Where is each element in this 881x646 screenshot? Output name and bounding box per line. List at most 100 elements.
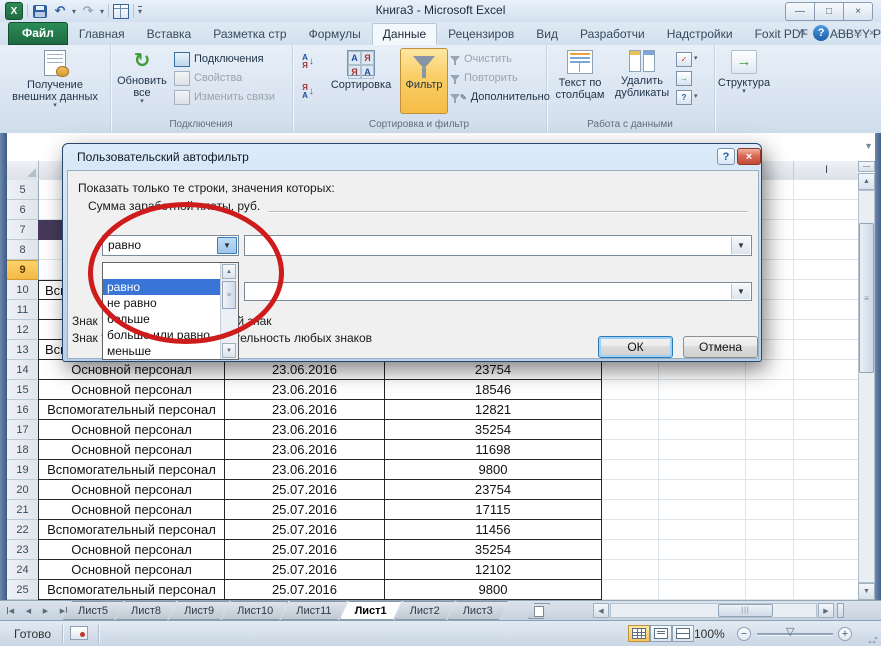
sort-button[interactable]: АЯЯА Сортировка	[324, 48, 398, 91]
row-header-21[interactable]: 21	[7, 500, 38, 520]
cell-amount-19[interactable]: 9800	[385, 460, 602, 480]
sheet-tab-4[interactable]: Лист10	[222, 601, 288, 620]
operator-dropdown-button[interactable]: ▼	[217, 237, 237, 254]
dialog-close-button[interactable]: ×	[737, 148, 761, 165]
first-sheet-button[interactable]: ◀	[4, 603, 19, 618]
row-header-7[interactable]: 7	[7, 220, 38, 240]
row-header-22[interactable]: 22	[7, 520, 38, 540]
cell-category-18[interactable]: Основной персонал	[38, 440, 225, 460]
dropdown-scroll-up[interactable]: ▲	[222, 264, 236, 279]
ribbon-tab-2[interactable]: Главная	[68, 23, 136, 45]
cell-date-17[interactable]: 23.06.2016	[225, 420, 385, 440]
hscroll-right-button[interactable]: ▶	[818, 603, 834, 618]
cancel-button[interactable]: Отмена	[683, 336, 758, 358]
cell-category-22[interactable]: Вспомогательный персонал	[38, 520, 225, 540]
dropdown-item-5[interactable]: меньше	[103, 343, 238, 359]
dropdown-scroll-down[interactable]: ▼	[222, 343, 236, 358]
row-header-17[interactable]: 17	[7, 420, 38, 440]
value1-dropdown-button[interactable]: ▼	[731, 237, 750, 254]
cell-category-15[interactable]: Основной персонал	[38, 380, 225, 400]
doc-restore-icon[interactable]: □	[855, 28, 861, 39]
ribbon-tab-7[interactable]: Рецензиров	[437, 23, 525, 45]
row-header-25[interactable]: 25	[7, 580, 38, 600]
cell-date-15[interactable]: 23.06.2016	[225, 380, 385, 400]
cell-category-25[interactable]: Вспомогательный персонал	[38, 580, 225, 600]
ribbon-tab-1[interactable]: Файл	[8, 22, 68, 45]
row-header-16[interactable]: 16	[7, 400, 38, 420]
zoom-slider-thumb[interactable]: ▽	[786, 625, 794, 638]
text-to-columns-button[interactable]: Текст по столбцам	[551, 48, 609, 101]
row-header-6[interactable]: 6	[7, 200, 38, 220]
cell-date-20[interactable]: 25.07.2016	[225, 480, 385, 500]
cell-date-24[interactable]: 25.07.2016	[225, 560, 385, 580]
split-handle[interactable]: —	[858, 161, 875, 172]
next-sheet-button[interactable]: ▶	[38, 603, 53, 618]
column-header-i[interactable]: I	[793, 161, 859, 179]
cell-category-23[interactable]: Основной персонал	[38, 540, 225, 560]
sheet-tab-3[interactable]: Лист9	[169, 601, 229, 620]
scroll-down-button[interactable]: ▼	[858, 583, 875, 600]
cell-category-24[interactable]: Основной персонал	[38, 560, 225, 580]
formula-bar-expand-icon[interactable]: ▼	[864, 141, 873, 151]
zoom-out-button[interactable]: −	[737, 627, 751, 641]
ok-button[interactable]: ОК	[598, 336, 673, 358]
row-header-11[interactable]: 11	[7, 300, 38, 320]
cell-amount-24[interactable]: 12102	[385, 560, 602, 580]
refresh-all-button[interactable]: ↻ Обновить все ▾	[114, 48, 170, 105]
value2-combobox[interactable]: ▼	[244, 282, 752, 301]
cell-amount-21[interactable]: 17115	[385, 500, 602, 520]
prev-sheet-button[interactable]: ◀	[21, 603, 36, 618]
cell-category-17[interactable]: Основной персонал	[38, 420, 225, 440]
zoom-in-button[interactable]: +	[838, 627, 852, 641]
collapse-ribbon-icon[interactable]: ^	[799, 28, 805, 39]
help-icon[interactable]: ?	[813, 25, 829, 41]
ribbon-tab-8[interactable]: Вид	[525, 23, 569, 45]
ribbon-tab-5[interactable]: Формулы	[298, 23, 372, 45]
sheet-tab-8[interactable]: Лист3	[448, 601, 508, 620]
row-header-19[interactable]: 19	[7, 460, 38, 480]
row-header-12[interactable]: 12	[7, 320, 38, 340]
sheet-tab-7[interactable]: Лист2	[395, 601, 455, 620]
row-header-14[interactable]: 14	[7, 360, 38, 380]
row-header-13[interactable]: 13	[7, 340, 38, 360]
macro-record-button[interactable]	[70, 626, 88, 640]
cell-category-14[interactable]: Основной персонал	[38, 360, 225, 380]
cell-date-14[interactable]: 23.06.2016	[225, 360, 385, 380]
restore-button[interactable]: □	[814, 2, 844, 21]
cell-amount-15[interactable]: 18546	[385, 380, 602, 400]
tab-split-handle[interactable]	[837, 603, 844, 618]
row-header-20[interactable]: 20	[7, 480, 38, 500]
cell-date-23[interactable]: 25.07.2016	[225, 540, 385, 560]
ribbon-tab-6[interactable]: Данные	[372, 23, 437, 45]
sheet-tab-1[interactable]: Лист5	[63, 601, 123, 620]
cell-amount-17[interactable]: 35254	[385, 420, 602, 440]
dialog-help-button[interactable]: ?	[717, 148, 735, 165]
hscroll-left-button[interactable]: ◀	[593, 603, 609, 618]
advanced-filter-button[interactable]: ✎ Дополнительно	[450, 88, 550, 106]
ribbon-tab-9[interactable]: Разработчи	[569, 23, 656, 45]
dropdown-item-2[interactable]: не равно	[103, 295, 238, 311]
page-break-view-button[interactable]	[672, 625, 694, 642]
insert-sheet-button[interactable]	[528, 603, 550, 619]
cell-amount-18[interactable]: 11698	[385, 440, 602, 460]
cell-date-22[interactable]: 25.07.2016	[225, 520, 385, 540]
dropdown-item-4[interactable]: больше или равно	[103, 327, 238, 343]
consolidate-button[interactable]: →	[676, 69, 708, 87]
cell-date-21[interactable]: 25.07.2016	[225, 500, 385, 520]
doc-minimize-icon[interactable]: —	[837, 28, 847, 39]
value1-combobox[interactable]: ▼	[244, 235, 752, 256]
filter-button[interactable]: Фильтр	[400, 48, 448, 114]
normal-view-button[interactable]	[628, 625, 650, 642]
what-if-analysis-button[interactable]: ? ▾	[676, 88, 708, 106]
dropdown-scroll-thumb[interactable]: ≡	[222, 281, 236, 309]
outline-button[interactable]: → Структура ▾	[718, 48, 770, 95]
cell-amount-20[interactable]: 23754	[385, 480, 602, 500]
cell-category-21[interactable]: Основной персонал	[38, 500, 225, 520]
resize-grip[interactable]	[868, 634, 878, 644]
sheet-tab-6[interactable]: Лист1	[340, 601, 402, 620]
operator-combobox[interactable]: равно ▼	[102, 235, 239, 256]
cell-date-19[interactable]: 23.06.2016	[225, 460, 385, 480]
row-header-5[interactable]: 5	[7, 180, 38, 200]
ribbon-tab-3[interactable]: Вставка	[136, 23, 203, 45]
cell-category-19[interactable]: Вспомогательный персонал	[38, 460, 225, 480]
